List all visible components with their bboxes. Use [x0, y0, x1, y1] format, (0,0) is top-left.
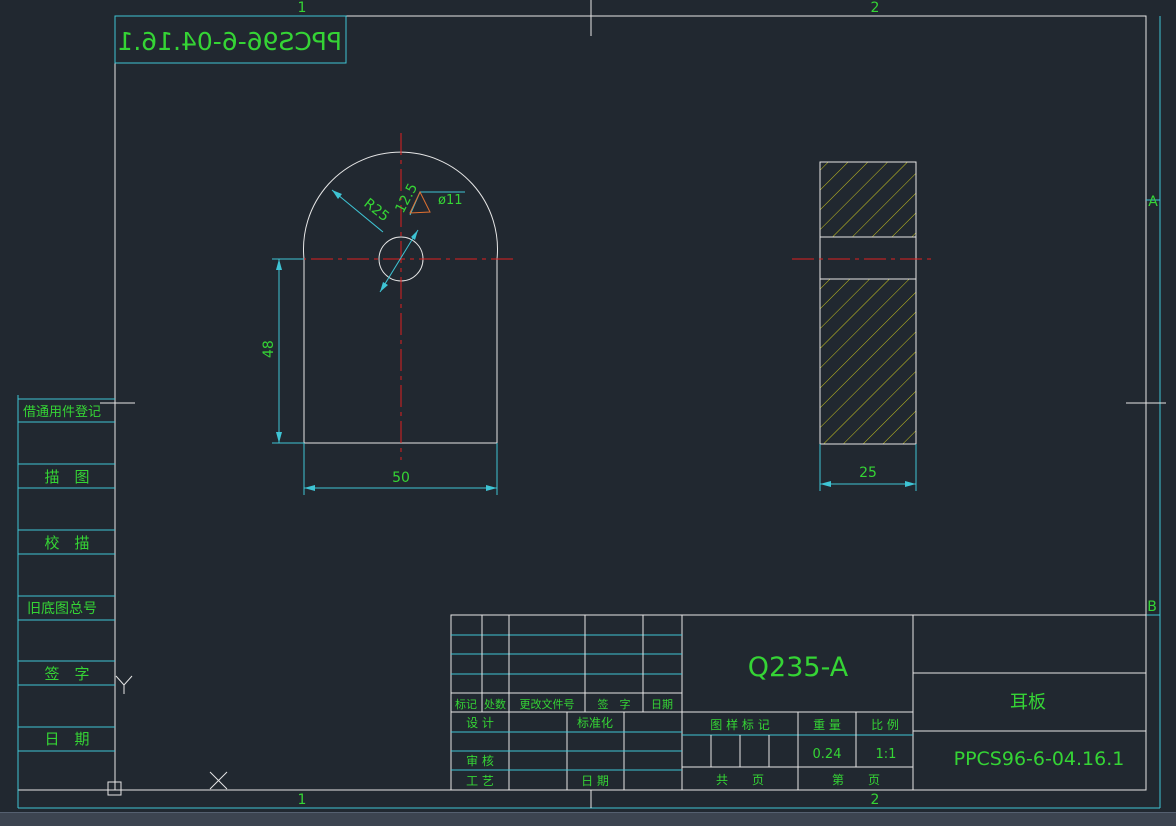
section-upper-hatch[interactable] [819, 161, 917, 238]
ucs-icon [107, 675, 228, 796]
zone-label-top-1: 1 [298, 0, 307, 16]
scale-label: 比 例 [871, 718, 899, 732]
hole-diameter-dimension[interactable]: ø11 [438, 193, 463, 208]
header-signature: 签 字 [598, 697, 631, 711]
date-label: 日 期 [581, 774, 609, 788]
cad-drawing[interactable]: 1 2 1 2 A B PPCS96-6-04.16.1 借通用件登记 描 图 … [0, 0, 1176, 812]
header-change-doc: 更改文件号 [520, 697, 575, 711]
material-value[interactable]: Q235-A [748, 652, 849, 683]
weight-value[interactable]: 0.24 [813, 747, 842, 762]
zone-label-a: A [1148, 194, 1158, 210]
stage-mark-label: 图 样 标 记 [710, 717, 769, 732]
part-name[interactable]: 耳板 [1010, 692, 1046, 713]
side-label-old-drawing-no: 旧底图总号 [27, 601, 97, 617]
header-mark: 标记 [455, 697, 477, 711]
side-label-check-trace: 校 描 [44, 534, 89, 552]
section-lower-hatch[interactable] [819, 278, 917, 445]
thickness-dimension[interactable]: 25 [859, 465, 877, 481]
side-label-trace: 描 图 [44, 468, 89, 486]
drawing-canvas[interactable]: 1 2 1 2 A B PPCS96-6-04.16.1 借通用件登记 描 图 … [0, 0, 1176, 825]
front-dimensions [272, 189, 498, 495]
side-label-borrow-register: 借通用件登记 [23, 405, 101, 420]
header-date: 日期 [651, 698, 673, 711]
zone-label-bottom-1: 1 [298, 792, 307, 808]
radius-dimension[interactable]: R25 [361, 196, 393, 226]
side-label-signature: 签 字 [44, 665, 89, 683]
width-dimension[interactable]: 50 [392, 470, 410, 486]
sheet-number-label: 第 页 [832, 773, 880, 787]
review-label: 审 核 [466, 753, 494, 768]
standardize-label: 标准化 [577, 716, 613, 730]
scale-value[interactable]: 1:1 [876, 747, 897, 762]
design-label: 设 计 [466, 716, 494, 730]
process-label: 工 艺 [466, 774, 494, 788]
total-sheets-label: 共 页 [716, 773, 764, 787]
front-view[interactable] [275, 133, 515, 460]
side-label-date: 日 期 [44, 730, 89, 748]
zone-label-b: B [1147, 599, 1157, 615]
status-bar [0, 812, 1176, 826]
zone-label-top-2: 2 [871, 0, 880, 16]
zone-label-bottom-2: 2 [871, 792, 880, 808]
drawing-number[interactable]: PPCS96-6-04.16.1 [954, 748, 1125, 770]
header-count: 处数 [484, 698, 506, 711]
mirrored-drawing-code: PPCS96-6-04.16.1 [117, 27, 342, 56]
height-dimension[interactable]: 48 [261, 340, 277, 358]
drawing-frame [17, 0, 1166, 809]
weight-label: 重 量 [813, 718, 841, 732]
section-view[interactable] [792, 161, 936, 491]
